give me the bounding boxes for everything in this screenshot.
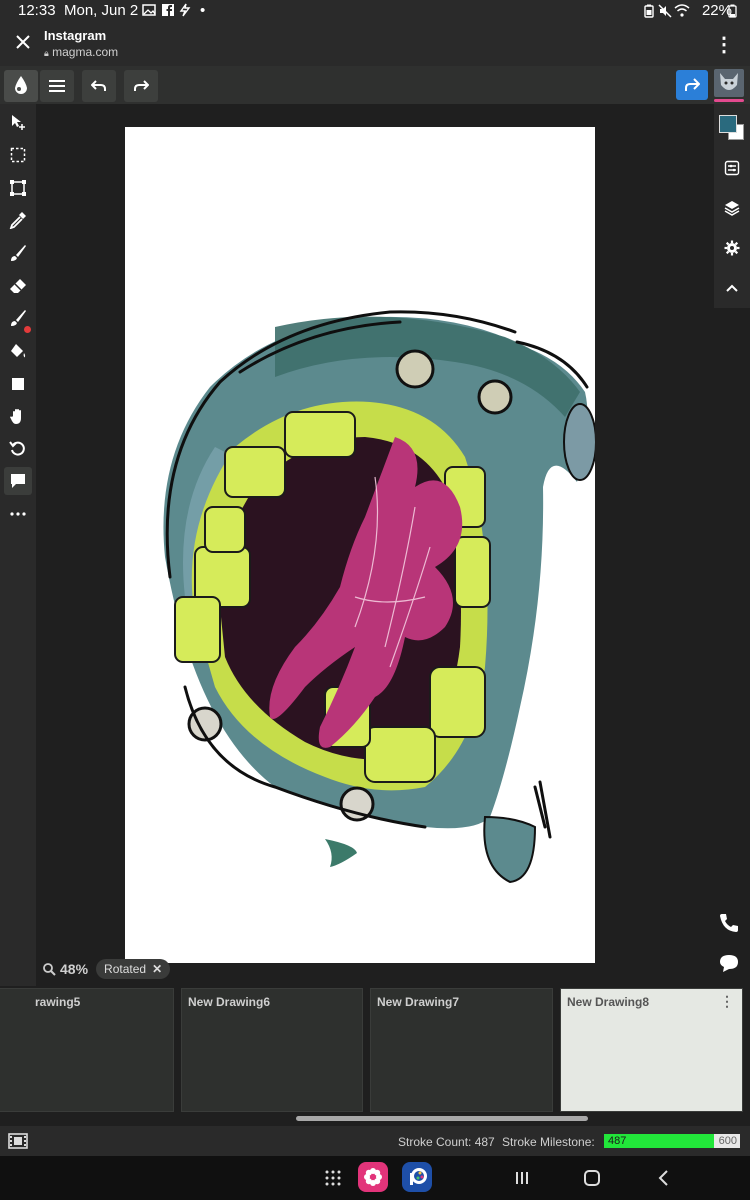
progress-goal: 600 — [718, 1135, 737, 1147]
move-tool-icon[interactable] — [4, 108, 32, 136]
stroke-milestone-label: Stroke Milestone: — [502, 1135, 595, 1149]
wolf-avatar-icon — [720, 73, 738, 90]
share-button[interactable] — [676, 70, 708, 100]
horizontal-scrollbar[interactable] — [296, 1116, 588, 1121]
flash-icon — [178, 3, 192, 17]
drawing-card-title: New Drawing8 — [567, 995, 650, 1009]
collapse-panel-chevron-up-icon[interactable] — [720, 276, 744, 300]
image-icon — [142, 3, 156, 17]
hand-tool-icon[interactable] — [4, 402, 32, 430]
status-time: 12:33 — [18, 2, 56, 19]
left-toolbar — [0, 104, 36, 1126]
app-drawer-grid-icon[interactable] — [321, 1166, 345, 1190]
eraser-tool-icon[interactable] — [4, 272, 32, 300]
more-tools-icon[interactable] — [4, 500, 32, 528]
eyedropper-tool-icon[interactable] — [4, 206, 32, 234]
drawing-canvas[interactable] — [125, 127, 595, 963]
battery-saver-icon — [644, 4, 654, 22]
zoom-search-icon[interactable] — [42, 962, 56, 976]
undo-icon — [91, 80, 106, 91]
ibis-paint-app-icon[interactable] — [402, 1162, 432, 1192]
shape-tool-icon[interactable] — [4, 370, 32, 398]
filmstrip-icon[interactable] — [8, 1132, 28, 1150]
redo-button[interactable] — [124, 70, 158, 102]
brush-tool-icon[interactable] — [4, 239, 32, 267]
drawing-card-title: New Drawing6 — [188, 995, 271, 1009]
settings-gear-icon[interactable] — [720, 236, 744, 260]
share-arrow-icon — [685, 78, 700, 91]
stroke-milestone-progress-bar: 487 600 — [604, 1134, 740, 1148]
drawing-card[interactable]: rawing5 — [0, 988, 174, 1112]
undo-button[interactable] — [82, 70, 116, 102]
rotate-view-icon[interactable] — [4, 434, 32, 462]
phone-icon[interactable] — [718, 912, 742, 936]
in-app-browser-bar: Instagram 🔒︎ magma.com ⋮ — [0, 22, 750, 66]
chat-icon[interactable] — [718, 952, 742, 976]
brush-settings-icon[interactable] — [720, 156, 744, 180]
status-dot: • — [200, 2, 206, 19]
drawing-card[interactable]: New Drawing6 — [181, 988, 363, 1112]
browser-title: Instagram — [44, 28, 107, 43]
paint-bucket-tool-icon[interactable] — [4, 337, 32, 365]
clear-rotation-close-icon[interactable]: ✕ — [152, 962, 162, 976]
drawing-card-selected[interactable]: New Drawing8 ⋮ — [560, 988, 743, 1112]
magma-logo-button[interactable] — [4, 70, 38, 102]
rotated-chip[interactable]: Rotated ✕ — [96, 959, 171, 979]
rotated-label: Rotated — [104, 962, 147, 976]
menu-button[interactable] — [40, 70, 74, 102]
avatar-underline — [714, 99, 744, 102]
stroke-count: Stroke Count: 487 — [398, 1135, 495, 1149]
browser-url: 🔒︎ magma.com — [44, 45, 118, 59]
status-date: Mon, Jun 2 — [64, 2, 139, 19]
layers-icon[interactable] — [720, 196, 744, 220]
drawing-card-title: New Drawing7 — [377, 995, 460, 1009]
mute-icon — [658, 4, 672, 22]
comment-tool-icon[interactable] — [4, 467, 32, 495]
facebook-icon — [161, 3, 175, 17]
avatar — [714, 69, 744, 97]
primary-color-swatch — [719, 115, 737, 133]
user-avatar[interactable] — [714, 69, 744, 103]
recent-apps-icon[interactable] — [510, 1166, 534, 1190]
close-icon[interactable] — [12, 31, 34, 53]
battery-icon — [728, 4, 737, 22]
wifi-icon — [674, 4, 690, 21]
stats-bar: Stroke Count: 487 Stroke Milestone: 487 … — [0, 1126, 750, 1156]
progress-value: 487 — [608, 1135, 627, 1147]
right-panel — [714, 104, 750, 308]
drawing-card[interactable]: New Drawing7 — [370, 988, 553, 1112]
drawings-strip: rawing5 New Drawing6 New Drawing7 New Dr… — [0, 986, 750, 1126]
browser-url-text: magma.com — [52, 45, 119, 59]
drawing-card-title: rawing5 — [35, 995, 81, 1009]
flower-app-icon[interactable] — [358, 1162, 388, 1192]
redo-icon — [134, 80, 149, 91]
transform-tool-icon[interactable] — [4, 174, 32, 202]
monster-drawing-artwork — [163, 310, 595, 884]
status-bar: 12:33 Mon, Jun 2 • 22% — [0, 0, 750, 22]
back-icon[interactable] — [652, 1166, 676, 1190]
zoom-level[interactable]: 48% — [60, 961, 88, 977]
lock-icon: 🔒︎ — [44, 48, 49, 58]
active-color-dot — [24, 326, 31, 333]
drawing-card-menu-icon[interactable]: ⋮ — [720, 993, 734, 1010]
zoom-indicator: 48% Rotated ✕ — [36, 956, 171, 982]
more-options-icon[interactable]: ⋮ — [714, 32, 734, 57]
android-navigation-bar — [0, 1156, 750, 1200]
color-swatch[interactable] — [718, 114, 744, 140]
selection-tool-icon[interactable] — [4, 141, 32, 169]
app-toolbar — [0, 66, 750, 104]
home-icon[interactable] — [580, 1166, 604, 1190]
magma-drop-icon — [15, 76, 27, 94]
hamburger-icon — [49, 80, 65, 92]
